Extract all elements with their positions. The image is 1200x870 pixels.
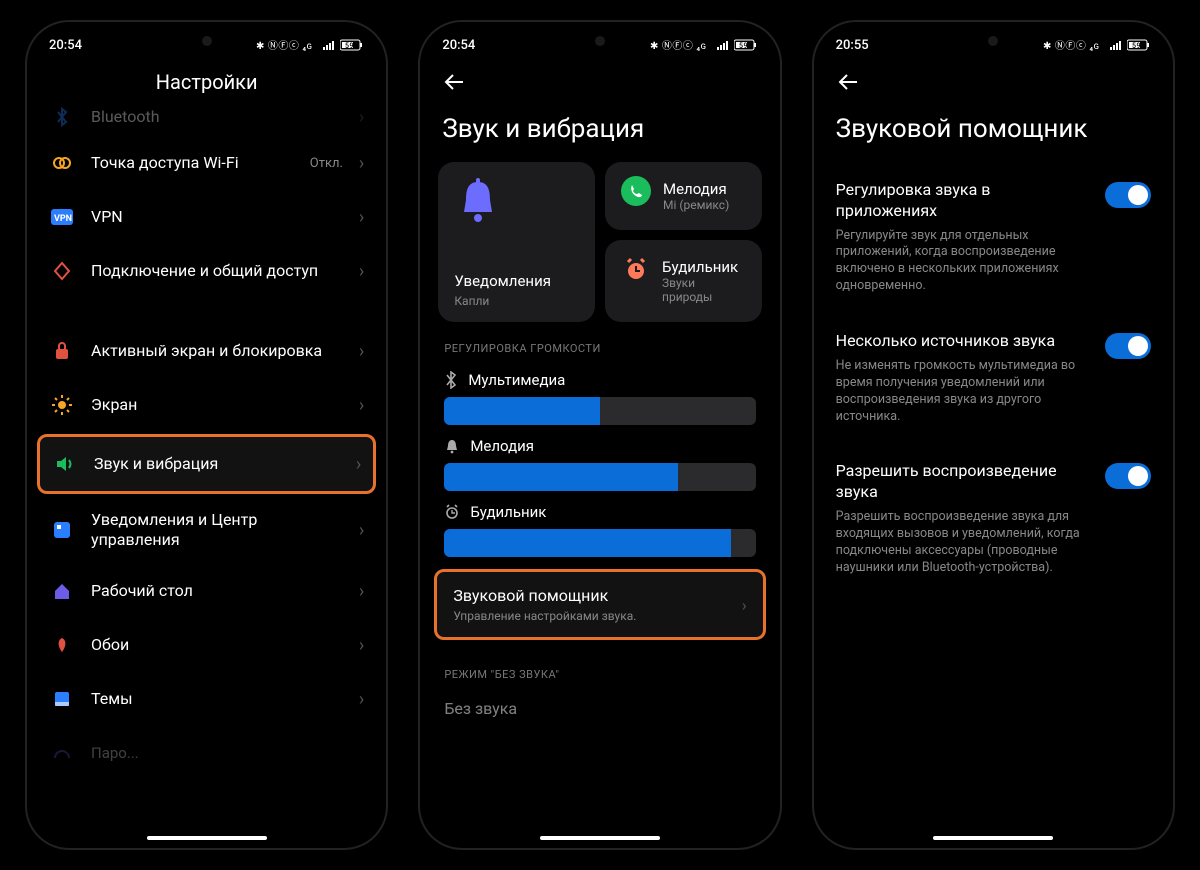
row-notifications[interactable]: Уведомления и Центр управления › bbox=[37, 496, 376, 564]
phone-icon bbox=[621, 176, 651, 206]
slider-media[interactable]: Мультимедиа bbox=[430, 363, 769, 429]
row-bluetooth[interactable]: Bluetooth › bbox=[37, 100, 376, 136]
chevron-right-icon: › bbox=[359, 581, 364, 602]
chevron-right-icon: › bbox=[742, 595, 747, 614]
phone-sound: 20:54 ✱ ⓃⒻⓒ ₄ɢ 59 Звук и вибрация Уведом… bbox=[418, 20, 781, 850]
slider-ringtone[interactable]: Мелодия bbox=[430, 429, 769, 495]
alarm-small-icon bbox=[444, 504, 460, 520]
page-title: Настройки bbox=[49, 70, 364, 94]
header bbox=[814, 60, 1173, 100]
svg-text:59: 59 bbox=[739, 42, 748, 50]
hotspot-icon bbox=[49, 150, 75, 176]
share-icon bbox=[49, 258, 75, 284]
row-silent[interactable]: Без звука bbox=[444, 699, 517, 718]
section-silent: РЕЖИМ "БЕЗ ЗВУКА" bbox=[430, 648, 769, 689]
themes-icon bbox=[49, 686, 75, 712]
home-indicator[interactable] bbox=[933, 836, 1053, 840]
row-themes[interactable]: Темы › bbox=[37, 672, 376, 726]
row-cut[interactable]: Пapo... bbox=[37, 726, 376, 766]
toggle-allow-playback[interactable]: Разрешить воспроизведение звука Разрешит… bbox=[814, 443, 1173, 594]
header bbox=[420, 60, 779, 100]
toggle-multiple-sources[interactable]: Несколько источников звука Не изменять г… bbox=[814, 313, 1173, 443]
chevron-right-icon: › bbox=[359, 153, 364, 174]
status-time: 20:54 bbox=[442, 38, 475, 53]
signal-icon bbox=[323, 40, 337, 50]
svg-text:✱ ⓃⒻⓒ ₄ɢ: ✱ ⓃⒻⓒ ₄ɢ bbox=[1043, 40, 1100, 51]
tile-ringtone[interactable]: Мелодия Mi (ремикс) bbox=[605, 162, 762, 230]
svg-text:VPN: VPN bbox=[54, 214, 72, 224]
status-bar: 20:55 ✱ ⓃⒻⓒ ₄ɢ 59 bbox=[814, 22, 1173, 60]
status-bar: 20:54 ✱ ⓃⒻⓒ ₄ɢ 59 bbox=[420, 22, 779, 60]
bluetooth-icon bbox=[49, 104, 75, 130]
chevron-right-icon: › bbox=[359, 107, 364, 128]
control-center-icon bbox=[49, 517, 75, 543]
vpn-icon: VPN bbox=[49, 204, 75, 230]
row-wallpaper[interactable]: Обои › bbox=[37, 618, 376, 672]
chevron-right-icon: › bbox=[359, 395, 364, 416]
chevron-right-icon: › bbox=[356, 454, 361, 475]
slider-alarm[interactable]: Будильник bbox=[430, 495, 769, 561]
wallpaper-icon bbox=[49, 632, 75, 658]
chevron-right-icon: › bbox=[359, 207, 364, 228]
page-title: Звук и вибрация bbox=[420, 100, 779, 162]
tile-alarm[interactable]: Будильник Звуки природы bbox=[605, 240, 762, 322]
fingerprint-icon bbox=[49, 740, 75, 766]
chevron-right-icon: › bbox=[359, 635, 364, 656]
row-display[interactable]: Экран › bbox=[37, 378, 376, 432]
section-volume: РЕГУЛИРОВКА ГРОМКОСТИ bbox=[430, 322, 769, 363]
back-button[interactable] bbox=[442, 70, 466, 94]
switch-on[interactable] bbox=[1105, 333, 1151, 359]
row-sound-vibration[interactable]: Звук и вибрация › bbox=[37, 434, 376, 494]
chevron-right-icon: › bbox=[359, 261, 364, 282]
status-icons: ✱ ⓃⒻⓒ ₄ɢ 59 bbox=[1043, 39, 1151, 51]
header: Настройки bbox=[27, 60, 386, 100]
row-lockscreen[interactable]: Активный экран и блокировка › bbox=[37, 324, 376, 378]
back-button[interactable] bbox=[836, 70, 860, 94]
bell-icon bbox=[454, 176, 579, 228]
phone-sound-assistant: 20:55 ✱ ⓃⒻⓒ ₄ɢ 59 Звуковой помощник Регу… bbox=[812, 20, 1175, 850]
speaker-icon bbox=[52, 451, 78, 477]
status-bar: 20:54 ✱ ⓃⒻⓒ ₄ɢ 59 bbox=[27, 22, 386, 60]
row-home[interactable]: Рабочий стол › bbox=[37, 564, 376, 618]
svg-text:✱ ⓃⒻⓒ ₄ɢ: ✱ ⓃⒻⓒ ₄ɢ bbox=[650, 40, 707, 51]
status-time: 20:55 bbox=[836, 38, 869, 53]
svg-text:59: 59 bbox=[345, 42, 354, 50]
toggle-per-app-volume[interactable]: Регулировка звука в приложениях Регулиру… bbox=[814, 162, 1173, 313]
home-indicator[interactable] bbox=[540, 836, 660, 840]
row-connection[interactable]: Подключение и общий доступ › bbox=[37, 244, 376, 298]
alarm-icon bbox=[621, 254, 650, 284]
row-vpn[interactable]: VPN VPN › bbox=[37, 190, 376, 244]
switch-on[interactable] bbox=[1105, 463, 1151, 489]
row-sound-assistant[interactable]: Звуковой помощник Управление настройками… bbox=[434, 569, 765, 640]
battery-icon: 59 bbox=[340, 39, 364, 51]
svg-text:59: 59 bbox=[1132, 42, 1141, 50]
home-icon bbox=[49, 578, 75, 604]
bell-small-icon bbox=[444, 438, 460, 454]
bluetooth-icon bbox=[444, 371, 458, 389]
chevron-right-icon: › bbox=[359, 520, 364, 541]
chevron-right-icon: › bbox=[359, 341, 364, 362]
page-title: Звуковой помощник bbox=[814, 100, 1173, 162]
brightness-icon bbox=[49, 392, 75, 418]
phone-settings: 20:54 ✱ ⓃⒻⓒ ₄ɢ 59 Настройки Bluetooth › … bbox=[25, 20, 388, 850]
status-icons: ✱ ⓃⒻⓒ ₄ɢ 59 bbox=[256, 39, 364, 51]
tile-notifications[interactable]: Уведомления Капли bbox=[438, 162, 595, 322]
hotspot-state: Откл. bbox=[310, 156, 343, 171]
home-indicator[interactable] bbox=[147, 836, 267, 840]
status-time: 20:54 bbox=[49, 38, 82, 53]
lock-icon bbox=[49, 338, 75, 364]
chevron-right-icon: › bbox=[359, 689, 364, 710]
svg-text:✱ ⓃⒻⓒ ₄ɢ: ✱ ⓃⒻⓒ ₄ɢ bbox=[256, 40, 313, 51]
status-icons: ✱ ⓃⒻⓒ ₄ɢ 59 bbox=[650, 39, 758, 51]
row-hotspot[interactable]: Точка доступа Wi-Fi Откл. › bbox=[37, 136, 376, 190]
switch-on[interactable] bbox=[1105, 182, 1151, 208]
